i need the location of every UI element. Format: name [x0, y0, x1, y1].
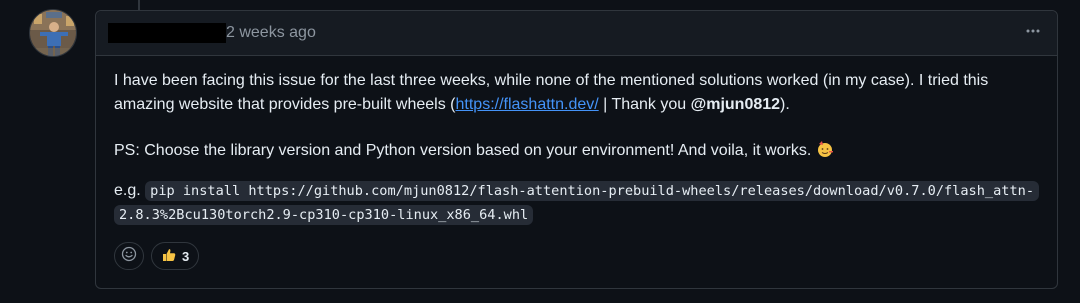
paragraph-text: | Thank you [598, 96, 691, 113]
smiley-icon [121, 246, 137, 267]
paragraph-text: e.g. [114, 182, 146, 199]
flashattn-link[interactable]: https://flashattn.dev/ [456, 96, 599, 113]
author-name-redacted[interactable] [108, 23, 226, 43]
paragraph-text: PS: Choose the library version and Pytho… [114, 142, 816, 159]
kebab-horizontal-icon[interactable] [1021, 19, 1045, 43]
timestamp[interactable]: 2 weeks ago [226, 23, 316, 43]
comment-paragraph-3: e.g. pip install https://github.com/mjun… [114, 179, 1044, 227]
comment-paragraph-2: PS: Choose the library version and Pytho… [114, 139, 1044, 166]
paragraph-text: ). [780, 96, 790, 113]
comment-header: 2 weeks ago [96, 11, 1057, 56]
timeline-line [138, 0, 140, 10]
thumbs-up-reaction-button[interactable]: 3 [151, 242, 200, 270]
reactions-bar: 3 [114, 242, 200, 270]
inline-code: pip install https://github.com/mjun0812/… [145, 181, 1040, 201]
comment-paragraph-1: I have been facing this issue for the la… [114, 69, 1044, 117]
partying-face-icon [816, 140, 834, 166]
avatar-image [30, 10, 76, 56]
add-reaction-button[interactable] [114, 242, 144, 270]
comment-box: 2 weeks ago I have been facing this issu… [95, 10, 1058, 289]
thumbs-up-icon [161, 247, 177, 266]
inline-code: 2.8.3%2Bcu130torch2.9-cp310-cp310-linux_… [114, 205, 534, 225]
avatar[interactable] [29, 9, 77, 57]
user-mention[interactable]: @mjun0812 [691, 96, 780, 113]
thumbs-up-count: 3 [182, 248, 190, 264]
